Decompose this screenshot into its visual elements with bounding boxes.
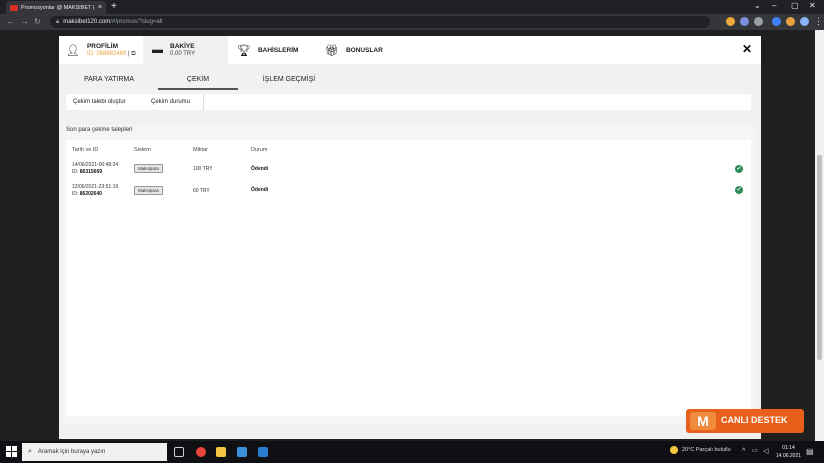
extension-icon[interactable] — [772, 17, 781, 26]
task-view-icon[interactable] — [174, 447, 184, 457]
subtab-history[interactable]: İŞLEM GEÇMİŞİ — [246, 70, 332, 88]
row-id: ID: 86202640 — [72, 191, 118, 198]
extension-icon[interactable] — [740, 17, 749, 26]
row-date: 12/06/2021-23:51:19 — [72, 184, 119, 190]
tab-balance[interactable]: ▬ BAKİYE 0.00 TRY — [152, 36, 195, 64]
live-support-button[interactable]: M CANLI DESTEK — [686, 409, 804, 433]
extension-icon[interactable] — [786, 17, 795, 26]
extension-icon[interactable] — [726, 17, 735, 26]
weather-text: 20°C Parçalı bulutlu — [682, 447, 731, 453]
column-header-system: Sistem — [134, 147, 151, 153]
taskbar-clock[interactable]: 01:14 14.06.2021 — [776, 444, 801, 460]
scrollbar-thumb[interactable] — [817, 155, 822, 360]
copy-icon[interactable]: ⧉ — [131, 51, 135, 57]
tab-profile[interactable]: 👤︎ PROFİLİM ID: 268883469 | ⧉ — [66, 36, 136, 64]
address-bar[interactable]: 🔒︎ maksibet120.com /#/promos/?slug=all — [50, 16, 710, 28]
row-id-value: 86315669 — [79, 169, 103, 175]
row-date: 14/06/2021-00:48:24 — [72, 162, 119, 168]
user-id: ID: 268883469 | ⧉ — [86, 50, 136, 57]
withdraw-list-table — [66, 140, 751, 416]
modal-close-button[interactable]: ✕ — [742, 42, 752, 56]
check-circle-icon: ✓ — [735, 165, 743, 173]
withdraw-list-title: Son para çekme talepleri — [66, 127, 133, 133]
user-id-text: ID: 268883469 — [86, 50, 127, 57]
tab-search-icon[interactable]: ⌄ — [754, 1, 761, 11]
url-path: /#/promos/?slug=all — [110, 19, 163, 25]
site-favicon-icon — [10, 4, 18, 11]
url-host: maksibet120.com — [63, 19, 111, 25]
row-amount: 100 TRY — [193, 166, 213, 172]
column-header-amount: Miktar — [193, 147, 208, 153]
row-status: Ödendi — [251, 187, 269, 193]
subtab-deposit[interactable]: PARA YATIRMA — [66, 70, 152, 88]
withdraw-status-button[interactable]: Çekim durumu — [144, 94, 197, 110]
row-id: ID: 86315669 — [72, 169, 118, 176]
notifications-icon[interactable]: ▤ — [806, 447, 814, 456]
trophy-icon: 🏆︎ — [237, 44, 251, 57]
new-tab-button[interactable]: + — [111, 2, 117, 12]
tab-my-bets-label: BAHİSLERİM — [257, 46, 299, 54]
weather-widget[interactable]: 20°C Parçalı bulutlu — [670, 446, 731, 454]
row-id-label: ID: — [72, 169, 79, 175]
clock-date: 14.06.2021 — [776, 453, 802, 459]
tab-profile-label: PROFİLİM — [86, 42, 119, 50]
extension-icon[interactable] — [754, 17, 763, 26]
search-icon: ⌕ — [28, 448, 32, 455]
subtab-withdraw[interactable]: ÇEKİM — [158, 70, 238, 88]
live-support-label: CANLI DESTEK — [721, 415, 788, 425]
forward-button[interactable]: → — [20, 16, 29, 27]
tab-close-icon[interactable]: × — [98, 4, 102, 11]
check-circle-icon: ✓ — [735, 186, 743, 194]
create-withdraw-request-button[interactable]: Çekim talebi oluştur — [66, 94, 133, 110]
row-id-value: 86202640 — [79, 191, 103, 197]
network-icon[interactable]: ▭ — [752, 447, 758, 456]
chrome-icon[interactable] — [196, 447, 206, 457]
balance-value: 0.00 TRY — [170, 51, 196, 57]
browser-tab-bar — [0, 0, 824, 14]
taskbar-search-placeholder: Aramak için buraya yazın — [37, 449, 106, 455]
column-header-date: Tarih ve ID — [72, 147, 99, 153]
system-badge: Maksipara — [134, 164, 163, 173]
weather-icon — [670, 446, 678, 454]
windows-start-icon[interactable] — [6, 446, 17, 457]
tab-bonuses[interactable]: 🎁︎ BONUSLAR — [325, 36, 383, 64]
store-icon[interactable] — [237, 447, 247, 457]
tab-bonuses-label: BONUSLAR — [345, 46, 383, 54]
menu-icon[interactable]: ⋮ — [814, 16, 823, 27]
system-badge: Maksipara — [134, 186, 163, 195]
column-header-status: Durum — [251, 147, 268, 153]
wallet-icon: ▬ — [152, 44, 163, 56]
tab-balance-label: BAKİYE — [170, 43, 195, 50]
tray-chevron-icon[interactable]: ^ — [742, 447, 745, 456]
maximize-button[interactable]: ▢ — [791, 1, 799, 11]
minimize-button[interactable]: – — [772, 1, 776, 11]
browser-tab-title: Promosyonlar @ MAKSİBET | Spo — [21, 4, 96, 11]
browser-tab[interactable]: Promosyonlar @ MAKSİBET | Spo × — [6, 1, 106, 14]
volume-icon[interactable]: ◁ — [763, 447, 768, 456]
gift-icon: 🎁︎ — [325, 44, 339, 57]
row-status: Ödendi — [251, 166, 269, 172]
mail-icon[interactable] — [258, 447, 268, 457]
lock-icon: 🔒︎ — [56, 18, 60, 25]
maksibet-logo-icon: M — [690, 412, 716, 430]
row-amount: 60 TRY — [193, 188, 210, 194]
clock-time: 01:14 — [782, 445, 795, 451]
tab-my-bets[interactable]: 🏆︎ BAHİSLERİM — [237, 36, 298, 64]
table-row: 12/06/2021-23:51:19 ID: 86202640 — [72, 184, 118, 198]
subtab-active-indicator — [158, 88, 238, 90]
back-button[interactable]: ← — [6, 16, 15, 27]
divider — [203, 94, 204, 110]
row-id-label: ID: — [72, 191, 79, 197]
window-close-button[interactable]: ✕ — [809, 1, 816, 11]
reload-button[interactable]: ↻ — [34, 16, 41, 27]
profile-avatar[interactable] — [800, 17, 809, 26]
file-explorer-icon[interactable] — [216, 447, 226, 457]
table-row: 14/06/2021-00:48:24 ID: 86315669 — [72, 162, 118, 176]
taskbar-search-box[interactable]: ⌕ Aramak için buraya yazın — [22, 443, 167, 461]
user-icon: 👤︎ — [66, 44, 80, 57]
